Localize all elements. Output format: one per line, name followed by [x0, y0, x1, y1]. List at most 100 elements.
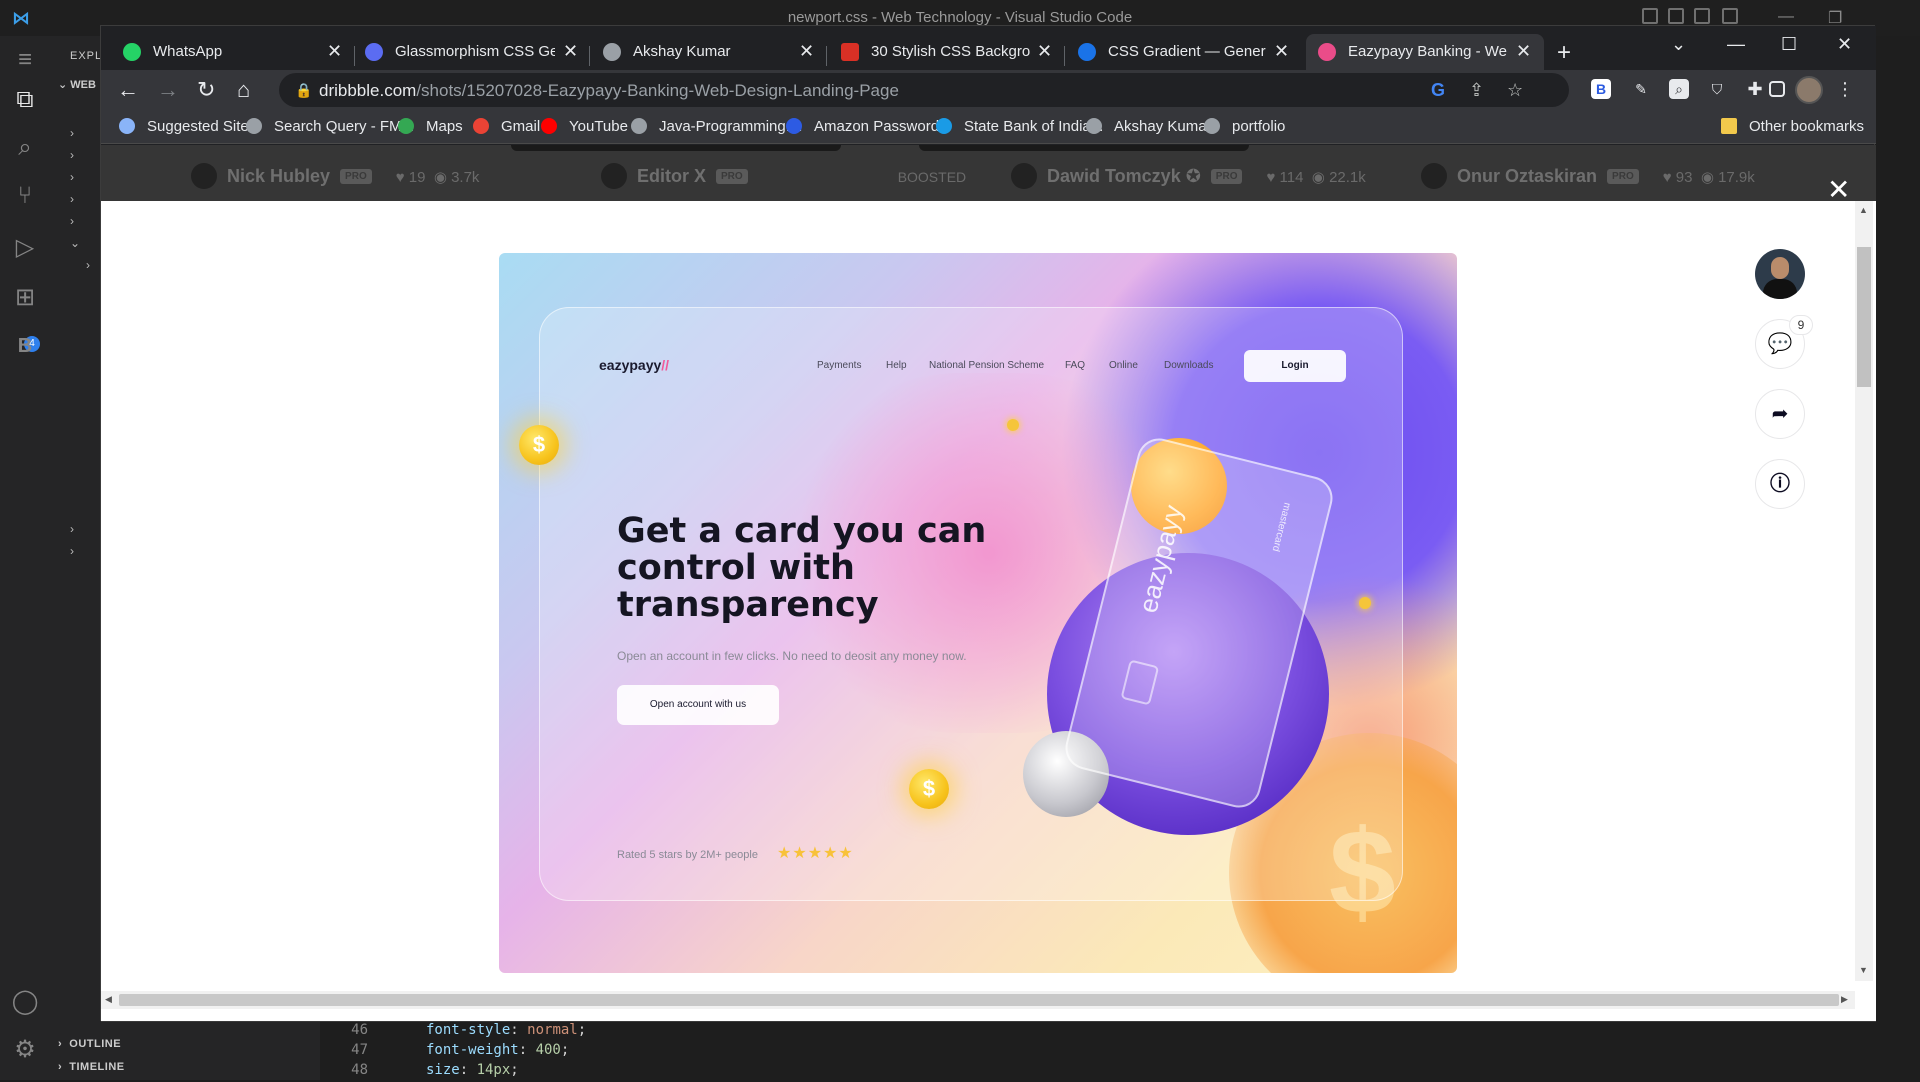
- browser-maximize-icon[interactable]: ☐: [1781, 34, 1797, 55]
- extensions-icon[interactable]: ⊞: [9, 282, 41, 314]
- scroll-up-icon[interactable]: ▲: [1859, 205, 1868, 215]
- horizontal-scrollbar[interactable]: ◀ ▶: [101, 991, 1855, 1009]
- scroll-down-icon[interactable]: ▼: [1859, 965, 1868, 975]
- scroll-left-icon[interactable]: ◀: [105, 994, 112, 1005]
- shot-author-editorx[interactable]: Editor X PRO BOOSTED: [601, 163, 966, 189]
- source-control-icon[interactable]: ⑂: [9, 180, 41, 212]
- nav-payments: Payments: [817, 360, 862, 371]
- bookmark-gmail[interactable]: Gmail: [473, 118, 540, 135]
- profile-avatar[interactable]: [1795, 76, 1823, 104]
- side-panel-icon[interactable]: [1769, 81, 1785, 97]
- rating-stars: ★★★★★: [777, 845, 854, 862]
- share-arrow-icon[interactable]: ➦: [1755, 389, 1805, 439]
- tab-eazypayy[interactable]: Eazypayy Banking - Wel ✕: [1306, 34, 1544, 70]
- home-icon[interactable]: ⌂: [237, 77, 250, 103]
- shot-author-dawid[interactable]: Dawid Tomczyk ✪ PRO ♥ 114 ◉ 22.1k: [1011, 163, 1366, 189]
- bootstrap-icon[interactable]: B: [9, 330, 41, 362]
- bookmark-amazon-password[interactable]: Amazon Password...: [786, 118, 952, 135]
- bookmark-akshay-kumar[interactable]: Akshay Kumar: [1086, 118, 1212, 135]
- run-debug-icon[interactable]: ▷: [9, 232, 41, 264]
- bookmarks-bar: Suggested Sites Search Query - FM... Maps G…: [101, 110, 1876, 144]
- code-icon: [1204, 118, 1220, 134]
- gmail-icon: [473, 118, 489, 134]
- toggle-sidebar-icon[interactable]: [1642, 8, 1658, 24]
- shot-author-nick[interactable]: Nick Hubley PRO ♥ 19 ◉ 3.7k: [191, 163, 479, 189]
- extensions-puzzle-icon[interactable]: ✚: [1745, 79, 1765, 99]
- bookmark-java-programming[interactable]: Java-Programming....: [631, 118, 802, 135]
- toggle-secondary-sidebar-icon[interactable]: [1694, 8, 1710, 24]
- open-account-button-graphic: Open account with us: [617, 685, 779, 725]
- back-icon[interactable]: ←: [117, 77, 139, 103]
- m-icon: [786, 118, 802, 134]
- info-icon[interactable]: ⓘ: [1755, 459, 1805, 509]
- tab-css-gradient[interactable]: CSS Gradient — Genera ✕: [1076, 34, 1298, 70]
- other-bookmarks[interactable]: Other bookmarks: [1721, 118, 1864, 135]
- bookmark-portfolio[interactable]: portfolio: [1204, 118, 1285, 135]
- close-tab-icon[interactable]: ✕: [563, 41, 578, 62]
- tab-akshay-kumar[interactable]: Akshay Kumar ✕: [601, 34, 823, 70]
- close-tab-icon[interactable]: ✕: [1516, 41, 1531, 62]
- explorer-icon[interactable]: ⧉: [9, 84, 41, 116]
- shield-icon[interactable]: ⛉: [1707, 79, 1727, 99]
- tab-glassmorphism[interactable]: Glassmorphism CSS Ger ✕: [363, 34, 585, 70]
- chevron-icon: ›: [86, 258, 90, 272]
- globe-icon: [1086, 118, 1102, 134]
- horizontal-scrollbar-thumb[interactable]: [119, 994, 1839, 1006]
- timeline-section[interactable]: › TIMELINE: [58, 1061, 125, 1073]
- close-tab-icon[interactable]: ✕: [1274, 41, 1289, 62]
- shot-image: $ eazypayy// Payments Help National Pens…: [499, 253, 1457, 973]
- bookmark-state-bank-of-india[interactable]: State Bank of India...: [936, 118, 1103, 135]
- modal-vertical-scrollbar[interactable]: ▲ ▼: [1855, 201, 1873, 981]
- editor-right-edge: [1873, 36, 1920, 1080]
- bookmark-search-query-fm[interactable]: Search Query - FM...: [246, 118, 414, 135]
- bg-thumb: [511, 145, 841, 151]
- scan-extension-icon[interactable]: ⌕: [1669, 79, 1689, 99]
- whatsapp-icon: [123, 43, 141, 61]
- menu-icon[interactable]: ≡: [9, 44, 41, 76]
- bitwarden-icon[interactable]: B: [1591, 79, 1611, 99]
- address-bar[interactable]: 🔒 dribbble.com/shots/15207028-Eazypayy-B…: [279, 73, 1569, 107]
- shot-author-onur[interactable]: Onur Oztaskiran PRO ♥ 93 ◉ 17.9k: [1421, 163, 1755, 189]
- youtube-icon: [541, 118, 557, 134]
- browser-minimize-icon[interactable]: —: [1727, 34, 1745, 55]
- tab-search-icon[interactable]: ⌄: [1671, 34, 1686, 55]
- toggle-panel-icon[interactable]: [1668, 8, 1684, 24]
- search-icon: [119, 118, 135, 134]
- bookmark-star-icon[interactable]: ☆: [1507, 80, 1523, 101]
- browser-close-icon[interactable]: ✕: [1837, 34, 1852, 55]
- tab-strip: WhatsApp ✕ Glassmorphism CSS Ger ✕ Aksha…: [101, 26, 1876, 70]
- new-tab-icon[interactable]: +: [1557, 39, 1571, 67]
- tab-css-backgrounds[interactable]: 30 Stylish CSS Backgrou ✕: [839, 34, 1061, 70]
- nav-faq: FAQ: [1065, 360, 1086, 371]
- maps-icon: [398, 118, 414, 134]
- google-lens-icon[interactable]: G: [1431, 80, 1445, 101]
- chrome-menu-icon[interactable]: ⋮: [1835, 79, 1855, 99]
- vscode-minimize-icon[interactable]: —: [1778, 8, 1794, 26]
- forward-icon[interactable]: →: [157, 77, 179, 103]
- url-text[interactable]: dribbble.com/shots/15207028-Eazypayy-Ban…: [319, 81, 899, 101]
- designer-avatar[interactable]: [1755, 249, 1805, 299]
- root-folder[interactable]: ⌄ WEB: [58, 78, 96, 91]
- scrollbar-thumb[interactable]: [1857, 247, 1871, 387]
- tab-whatsapp[interactable]: WhatsApp ✕: [121, 34, 351, 70]
- scroll-right-icon[interactable]: ▶: [1841, 994, 1848, 1005]
- window-title: newport.css - Web Technology - Visual St…: [787, 9, 1133, 26]
- bookmark-maps[interactable]: Maps: [398, 118, 463, 135]
- customize-layout-icon[interactable]: [1722, 8, 1738, 24]
- settings-gear-icon[interactable]: ⚙: [9, 1034, 41, 1066]
- globe-icon: [246, 118, 262, 134]
- bookmark-suggested-sites[interactable]: Suggested Sites: [119, 118, 256, 135]
- accounts-icon[interactable]: ◯: [9, 986, 41, 1018]
- login-button-graphic: Login: [1244, 350, 1346, 382]
- bookmark-youtube[interactable]: YouTube: [541, 118, 628, 135]
- share-icon[interactable]: ⇪: [1469, 80, 1484, 101]
- pen-extension-icon[interactable]: ✎: [1631, 79, 1651, 99]
- reload-icon[interactable]: ↻: [197, 77, 215, 103]
- outline-section[interactable]: › OUTLINE: [58, 1038, 121, 1050]
- close-tab-icon[interactable]: ✕: [327, 41, 342, 62]
- close-tab-icon[interactable]: ✕: [1037, 41, 1052, 62]
- eazypayy-logo: eazypayy//: [599, 357, 670, 373]
- search-icon[interactable]: ⌕: [9, 132, 41, 164]
- close-tab-icon[interactable]: ✕: [799, 41, 814, 62]
- browser-toolbar: ← → ↻ ⌂ 🔒 dribbble.com/shots/15207028-Ea…: [101, 70, 1876, 110]
